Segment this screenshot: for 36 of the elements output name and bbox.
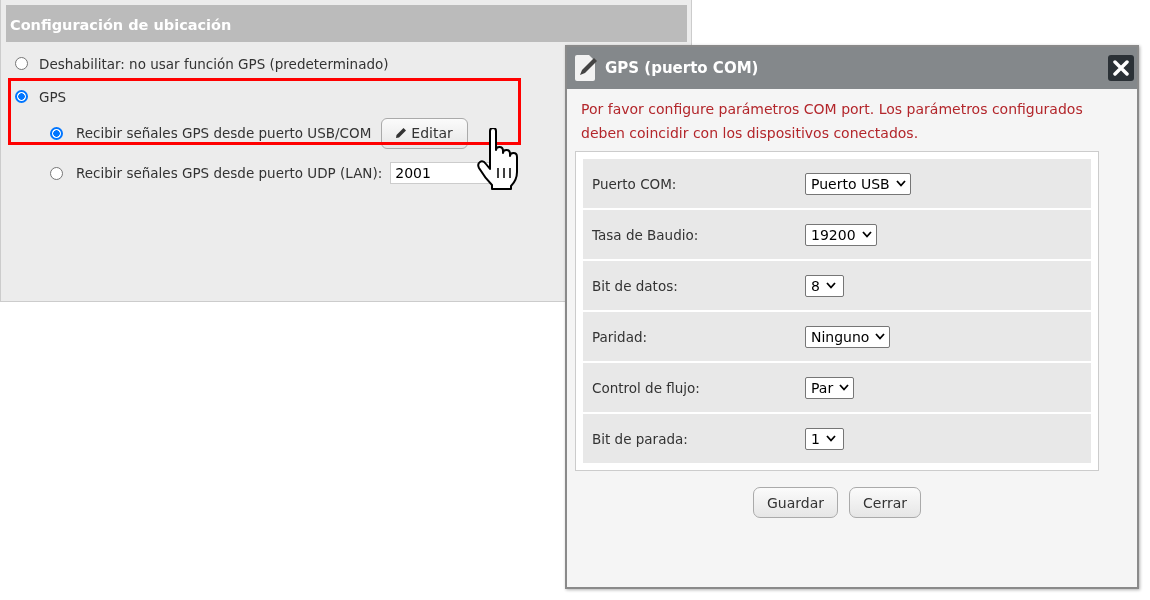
- field-label: Bit de datos:: [592, 277, 679, 294]
- chevron-icon: [825, 435, 836, 442]
- dropdown[interactable]: 19200: [805, 223, 877, 246]
- instruction-text: Por favor configure parámetros COM port. Los parámetros configurados deben coincidir con los dispositivos conectados.: [581, 100, 1084, 143]
- field-label: Bit de parada:: [592, 430, 689, 447]
- dropdown[interactable]: 1: [805, 427, 844, 450]
- radio-button[interactable]: [50, 126, 63, 140]
- close-icon: [1113, 60, 1129, 76]
- option-label: Deshabilitar: no usar función GPS (predeterminado): [39, 55, 389, 72]
- dialog-button[interactable]: Guardar: [752, 487, 838, 518]
- field-label: Control de flujo:: [592, 379, 701, 396]
- dropdown[interactable]: Ninguno: [805, 325, 891, 348]
- close-button[interactable]: [1108, 55, 1134, 81]
- chevron-icon: [895, 180, 906, 187]
- dialog-button[interactable]: Cerrar: [849, 487, 921, 518]
- dropdown[interactable]: Par: [805, 376, 855, 399]
- dropdown[interactable]: 8: [805, 274, 844, 297]
- field-label: Paridad:: [592, 328, 649, 345]
- option-label: Recibir señales GPS desde puerto USB/COM: [76, 125, 372, 141]
- radio-button[interactable]: [15, 90, 28, 103]
- dropdown[interactable]: Puerto USB: [805, 172, 911, 195]
- pencil-icon: [395, 127, 408, 139]
- field-label: Puerto COM:: [592, 175, 678, 192]
- chevron-icon: [825, 282, 836, 289]
- option-label: Recibir señales GPS desde puerto UDP (LAN):: [76, 165, 383, 181]
- radio-button[interactable]: [50, 166, 63, 180]
- radio-button[interactable]: [15, 57, 28, 70]
- edit-document-icon: [573, 54, 599, 82]
- panel-title: Configuración de ubicación: [6, 5, 687, 42]
- edit-button[interactable]: Editar: [381, 117, 468, 149]
- chevron-icon: [839, 384, 850, 391]
- option-label: GPS: [39, 88, 67, 105]
- field-label: Tasa de Baudio:: [592, 226, 700, 243]
- chevron-icon: [861, 231, 872, 238]
- dialog-title: GPS (puerto COM): [605, 59, 760, 77]
- chevron-icon: [875, 333, 886, 340]
